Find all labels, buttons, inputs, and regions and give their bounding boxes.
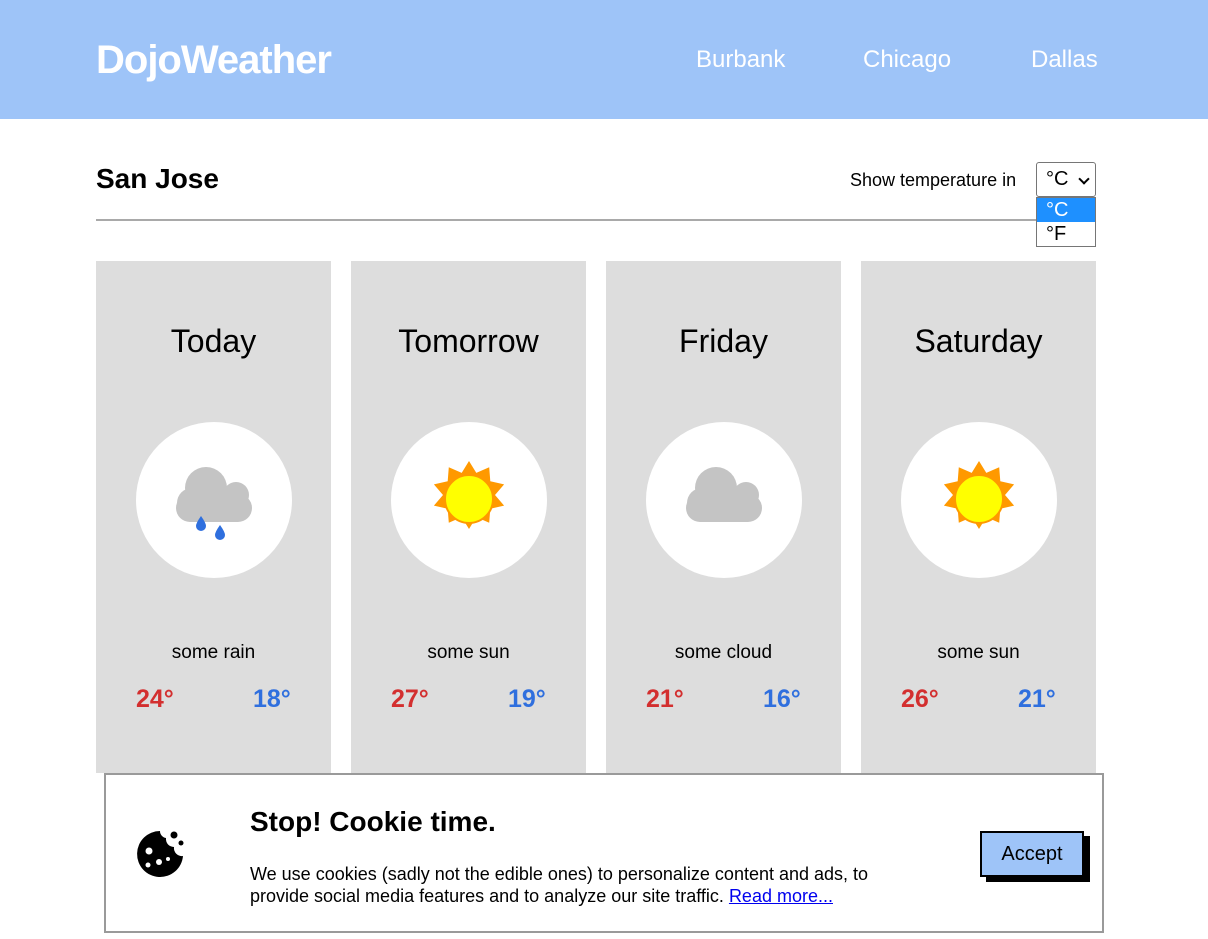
unit-option-fahrenheit[interactable]: °F xyxy=(1037,222,1095,246)
high-temp: 26° xyxy=(901,685,939,713)
nav-link-dallas[interactable]: Dallas xyxy=(1031,46,1098,74)
high-temp: 21° xyxy=(646,685,684,713)
unit-dropdown-list: °C °F xyxy=(1036,197,1096,247)
forecast-day: Friday xyxy=(679,323,768,359)
forecast-card-friday: Friday some cloud 21° 16° xyxy=(606,261,841,773)
cookie-title: Stop! Cookie time. xyxy=(250,806,496,837)
city-title: San Jose xyxy=(96,163,219,194)
forecast-card-saturday: Saturday some sun 26° 21° xyxy=(861,261,1096,773)
accept-cookies-button[interactable]: Accept xyxy=(980,831,1084,877)
unit-option-celsius[interactable]: °C xyxy=(1037,198,1095,222)
sun-icon xyxy=(943,461,1015,529)
cookie-message: We use cookies (sadly not the edible one… xyxy=(250,863,930,907)
top-header: DojoWeather Burbank Chicago Dallas xyxy=(0,0,1208,119)
low-temp: 21° xyxy=(1018,685,1056,713)
nav-link-burbank[interactable]: Burbank xyxy=(696,46,785,74)
forecast-card-tomorrow: Tomorrow some sun 27° 19° xyxy=(351,261,586,773)
forecast-description: some sun xyxy=(427,642,510,663)
low-temp: 16° xyxy=(763,685,801,713)
chevron-down-icon xyxy=(1078,173,1090,185)
cloud-icon xyxy=(686,467,762,522)
divider xyxy=(96,219,1096,221)
forecast-description: some rain xyxy=(171,642,256,663)
weather-icon-circle xyxy=(391,422,547,578)
high-temp: 24° xyxy=(136,685,174,713)
forecast-day: Tomorrow xyxy=(398,323,539,359)
forecast-description: some cloud xyxy=(674,642,773,663)
unit-label: Show temperature in xyxy=(850,170,1017,190)
cookie-banner: Stop! Cookie time. We use cookies (sadly… xyxy=(104,773,1104,933)
nav-link-chicago[interactable]: Chicago xyxy=(863,46,951,74)
weather-icon-circle xyxy=(136,422,292,578)
forecast-card-today: Today some rain 24° 18° xyxy=(96,261,331,773)
unit-select[interactable]: °C xyxy=(1036,162,1096,197)
cookie-icon xyxy=(137,831,184,877)
weather-icon-circle xyxy=(901,422,1057,578)
unit-select-value: °C xyxy=(1046,168,1069,190)
forecast-day: Saturday xyxy=(914,323,1043,359)
low-temp: 18° xyxy=(253,685,291,713)
brand-logo[interactable]: DojoWeather xyxy=(96,38,332,82)
sun-icon xyxy=(433,461,505,529)
high-temp: 27° xyxy=(391,685,429,713)
forecast-description: some sun xyxy=(937,642,1020,663)
app-root: DojoWeather Burbank Chicago Dallas San J… xyxy=(0,0,1208,939)
low-temp: 19° xyxy=(508,685,546,713)
weather-icon-circle xyxy=(646,422,802,578)
read-more-link[interactable]: Read more... xyxy=(729,886,833,906)
forecast-day: Today xyxy=(170,323,257,359)
rain-cloud-icon xyxy=(176,467,252,540)
